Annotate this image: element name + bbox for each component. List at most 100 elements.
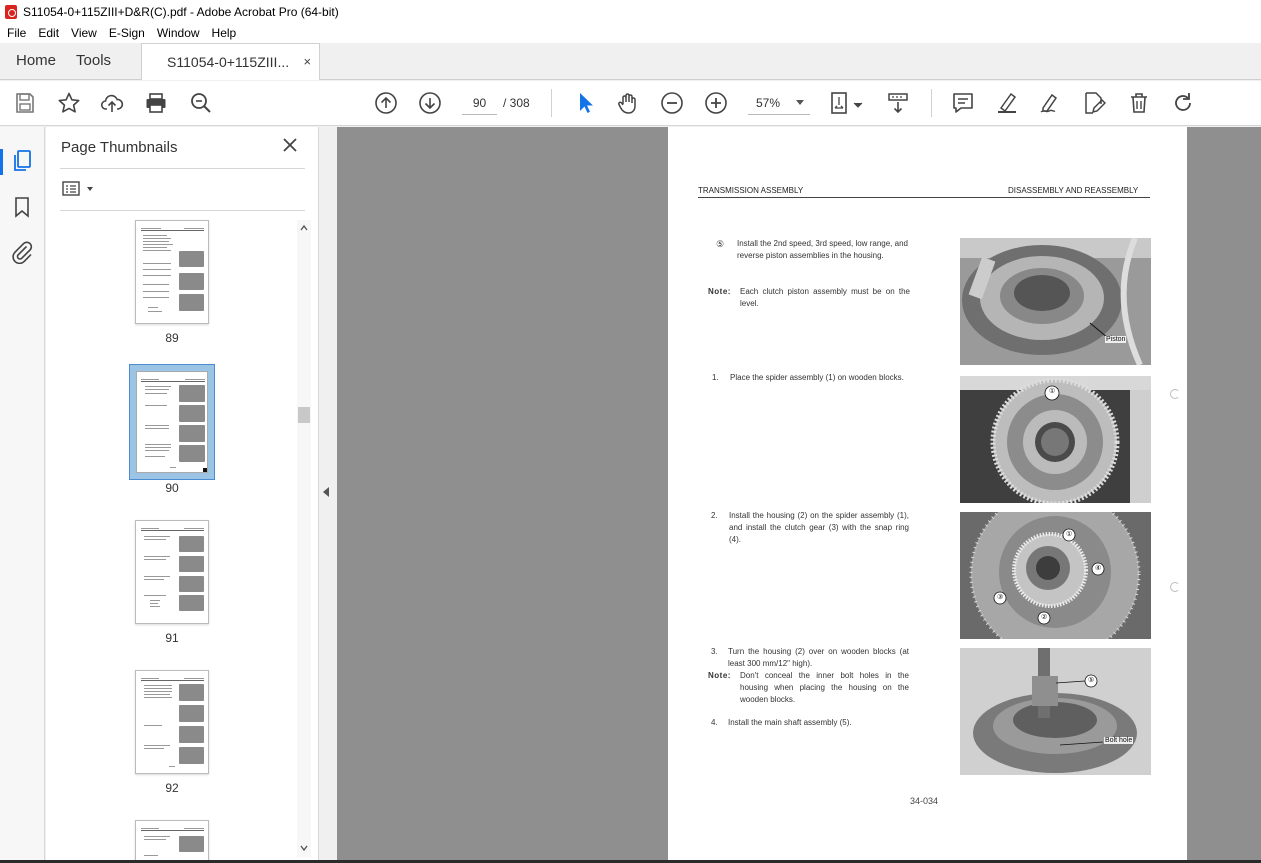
thumbnails-panel: Page Thumbnails 89 90 91 92 [46, 127, 319, 860]
photo-pistons: Piston [960, 238, 1151, 365]
scrollbar-handle[interactable] [298, 407, 310, 423]
page-header-left: TRANSMISSION ASSEMBLY [698, 186, 804, 195]
step-text: Turn the housing (2) over on wooden bloc… [728, 647, 909, 668]
save-icon[interactable] [13, 91, 37, 115]
scroll-up-icon [300, 224, 308, 231]
panel-title: Page Thumbnails [61, 139, 178, 156]
page-thumbnail[interactable] [135, 520, 209, 624]
select-cursor-icon[interactable] [573, 91, 597, 115]
menu-esign[interactable]: E-Sign [103, 26, 151, 40]
star-icon[interactable] [57, 91, 81, 115]
step-number: 2. [711, 511, 718, 520]
zoom-out-icon[interactable] [660, 91, 684, 115]
menu-file[interactable]: File [0, 26, 32, 40]
left-rail [0, 127, 45, 860]
toolbar-divider [551, 89, 552, 117]
step-text: Install the 2nd speed, 3rd speed, low ra… [737, 239, 908, 260]
page-number-input[interactable] [462, 91, 497, 115]
photo-main-shaft: ⑤ Bolt hole [960, 648, 1151, 775]
pdf-page: TRANSMISSION ASSEMBLY DISASSEMBLY AND RE… [668, 127, 1187, 860]
menu-edit[interactable]: Edit [32, 26, 65, 40]
highlight-icon[interactable] [995, 91, 1019, 115]
tab-document[interactable]: S11054-0+115ZIII... × [141, 43, 321, 80]
thumbnails-scrollbar[interactable] [297, 220, 311, 857]
page-display-icon[interactable] [830, 91, 866, 115]
zoom-search-icon[interactable] [189, 91, 213, 115]
page-thumbnail-selected[interactable] [129, 364, 215, 480]
page-thumbnail[interactable] [135, 670, 209, 774]
print-icon[interactable] [144, 91, 168, 115]
prev-page-icon[interactable] [374, 91, 398, 115]
photo-housing-clutch-gear: ① ④ ③ ② [960, 512, 1151, 639]
scroll-mode-icon[interactable] [886, 91, 910, 115]
document-area[interactable]: TRANSMISSION ASSEMBLY DISASSEMBLY AND RE… [337, 127, 1261, 860]
chevron-down-icon [796, 100, 804, 105]
menu-help[interactable]: Help [206, 26, 243, 40]
zoom-select[interactable]: 57% [748, 91, 810, 115]
thumbnail-label: 90 [165, 481, 179, 495]
active-indicator [0, 149, 3, 175]
thumbnail-options-button[interactable] [62, 180, 96, 198]
menu-bar: File Edit View E-Sign Window Help [0, 23, 1261, 43]
bookmark-icon[interactable] [10, 195, 34, 219]
step-text: Install the main shaft assembly (5). [728, 718, 852, 727]
close-icon[interactable] [282, 137, 298, 153]
note-text: Each clutch piston assembly must be on t… [740, 287, 910, 308]
divider [60, 210, 305, 211]
tab-document-label: S11054-0+115ZIII... [167, 54, 290, 70]
page-edge-mark [1170, 582, 1180, 592]
delete-icon[interactable] [1127, 91, 1151, 115]
page-header-right: DISASSEMBLY AND REASSEMBLY [1008, 186, 1139, 195]
note-label: Note: [708, 287, 731, 296]
comment-icon[interactable] [951, 91, 975, 115]
collapse-panel-icon[interactable] [323, 487, 329, 497]
photo-callout: ③ [997, 594, 1004, 601]
tab-home[interactable]: Home [0, 43, 72, 79]
page-footer-number: 34-034 [910, 796, 939, 806]
thumbnail-label: 92 [165, 781, 179, 795]
note-text: Don't conceal the inner bolt holes in th… [740, 671, 909, 704]
title-bar: S11054-0+115ZIII+D&R(C).pdf - Adobe Acro… [0, 0, 1261, 23]
sign-icon[interactable] [1038, 91, 1062, 115]
page-thumbnail[interactable] [135, 820, 209, 860]
step-number: 1. [712, 373, 719, 382]
page-thumbnail[interactable] [135, 220, 209, 324]
window-title: S11054-0+115ZIII+D&R(C).pdf - Adobe Acro… [23, 4, 339, 19]
tab-bar: Home Tools S11054-0+115ZIII... × [0, 43, 1261, 80]
hand-icon[interactable] [616, 91, 640, 115]
step-number: ⑤ [716, 239, 725, 249]
page-thumbnails-icon[interactable] [10, 149, 34, 173]
redo-icon[interactable] [1171, 91, 1195, 115]
zoom-in-icon[interactable] [704, 91, 728, 115]
step-number: 3. [711, 647, 718, 656]
upload-icon[interactable] [100, 91, 124, 115]
toolbar-divider [931, 89, 932, 117]
acrobat-logo-icon [5, 4, 17, 19]
zoom-value: 57% [756, 96, 781, 110]
photo-callout: ⑤ [1088, 677, 1095, 684]
menu-window[interactable]: Window [151, 26, 206, 40]
page-total: / 308 [503, 96, 530, 110]
photo-callout: ① [1049, 388, 1056, 395]
thumbnail-label: 91 [165, 631, 179, 645]
edit-pdf-icon[interactable] [1082, 91, 1106, 115]
step-text: Install the housing (2) on the spider as… [729, 511, 909, 544]
page-edge-mark [1170, 389, 1180, 399]
header-rule [698, 197, 1150, 198]
photo-callout: ④ [1095, 565, 1102, 572]
thumbnail-label: 89 [165, 331, 179, 345]
scroll-down-icon [300, 845, 308, 852]
menu-view[interactable]: View [65, 26, 103, 40]
divider [60, 168, 305, 169]
photo-spider-assembly: ① [960, 376, 1151, 503]
close-tab-button[interactable]: × [303, 54, 311, 69]
photo-label: Bolt hole [1104, 737, 1134, 744]
photo-label: Piston [1105, 336, 1127, 343]
tab-tools[interactable]: Tools [72, 43, 127, 79]
note-label: Note: [708, 671, 731, 680]
step-text: Place the spider assembly (1) on wooden … [730, 373, 904, 382]
next-page-icon[interactable] [418, 91, 442, 115]
photo-callout: ② [1041, 614, 1048, 621]
photo-callout: ① [1066, 531, 1073, 538]
attachment-icon[interactable] [10, 240, 34, 265]
